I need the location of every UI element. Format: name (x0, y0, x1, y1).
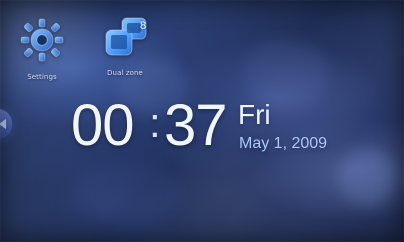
date-display: Fri May 1, 2009 (238, 101, 378, 157)
home-screen: Settings 8 Dual zone 00: 37 Fri May 1, … (0, 0, 404, 242)
clock-time: 00 : 37 (71, 97, 241, 169)
settings-label: Settings (27, 73, 57, 81)
gear-icon (18, 16, 66, 64)
dual-zone-label: Dual zone (107, 69, 143, 77)
weekday: Fri (238, 99, 271, 130)
settings-app[interactable]: Settings (18, 16, 66, 96)
full-date: May 1, 2009 (239, 135, 328, 152)
dual-zone-badge: 8 (140, 20, 146, 32)
background-highlight (72, 164, 182, 224)
clock-minutes: 37 (164, 93, 228, 158)
left-arrow-icon[interactable] (0, 109, 12, 139)
clock-hours: 00 (71, 93, 135, 158)
dual-screen-icon: 8 (101, 12, 149, 60)
dual-zone-app[interactable]: 8 Dual zone (92, 12, 158, 96)
clock-separator: : (149, 99, 161, 146)
